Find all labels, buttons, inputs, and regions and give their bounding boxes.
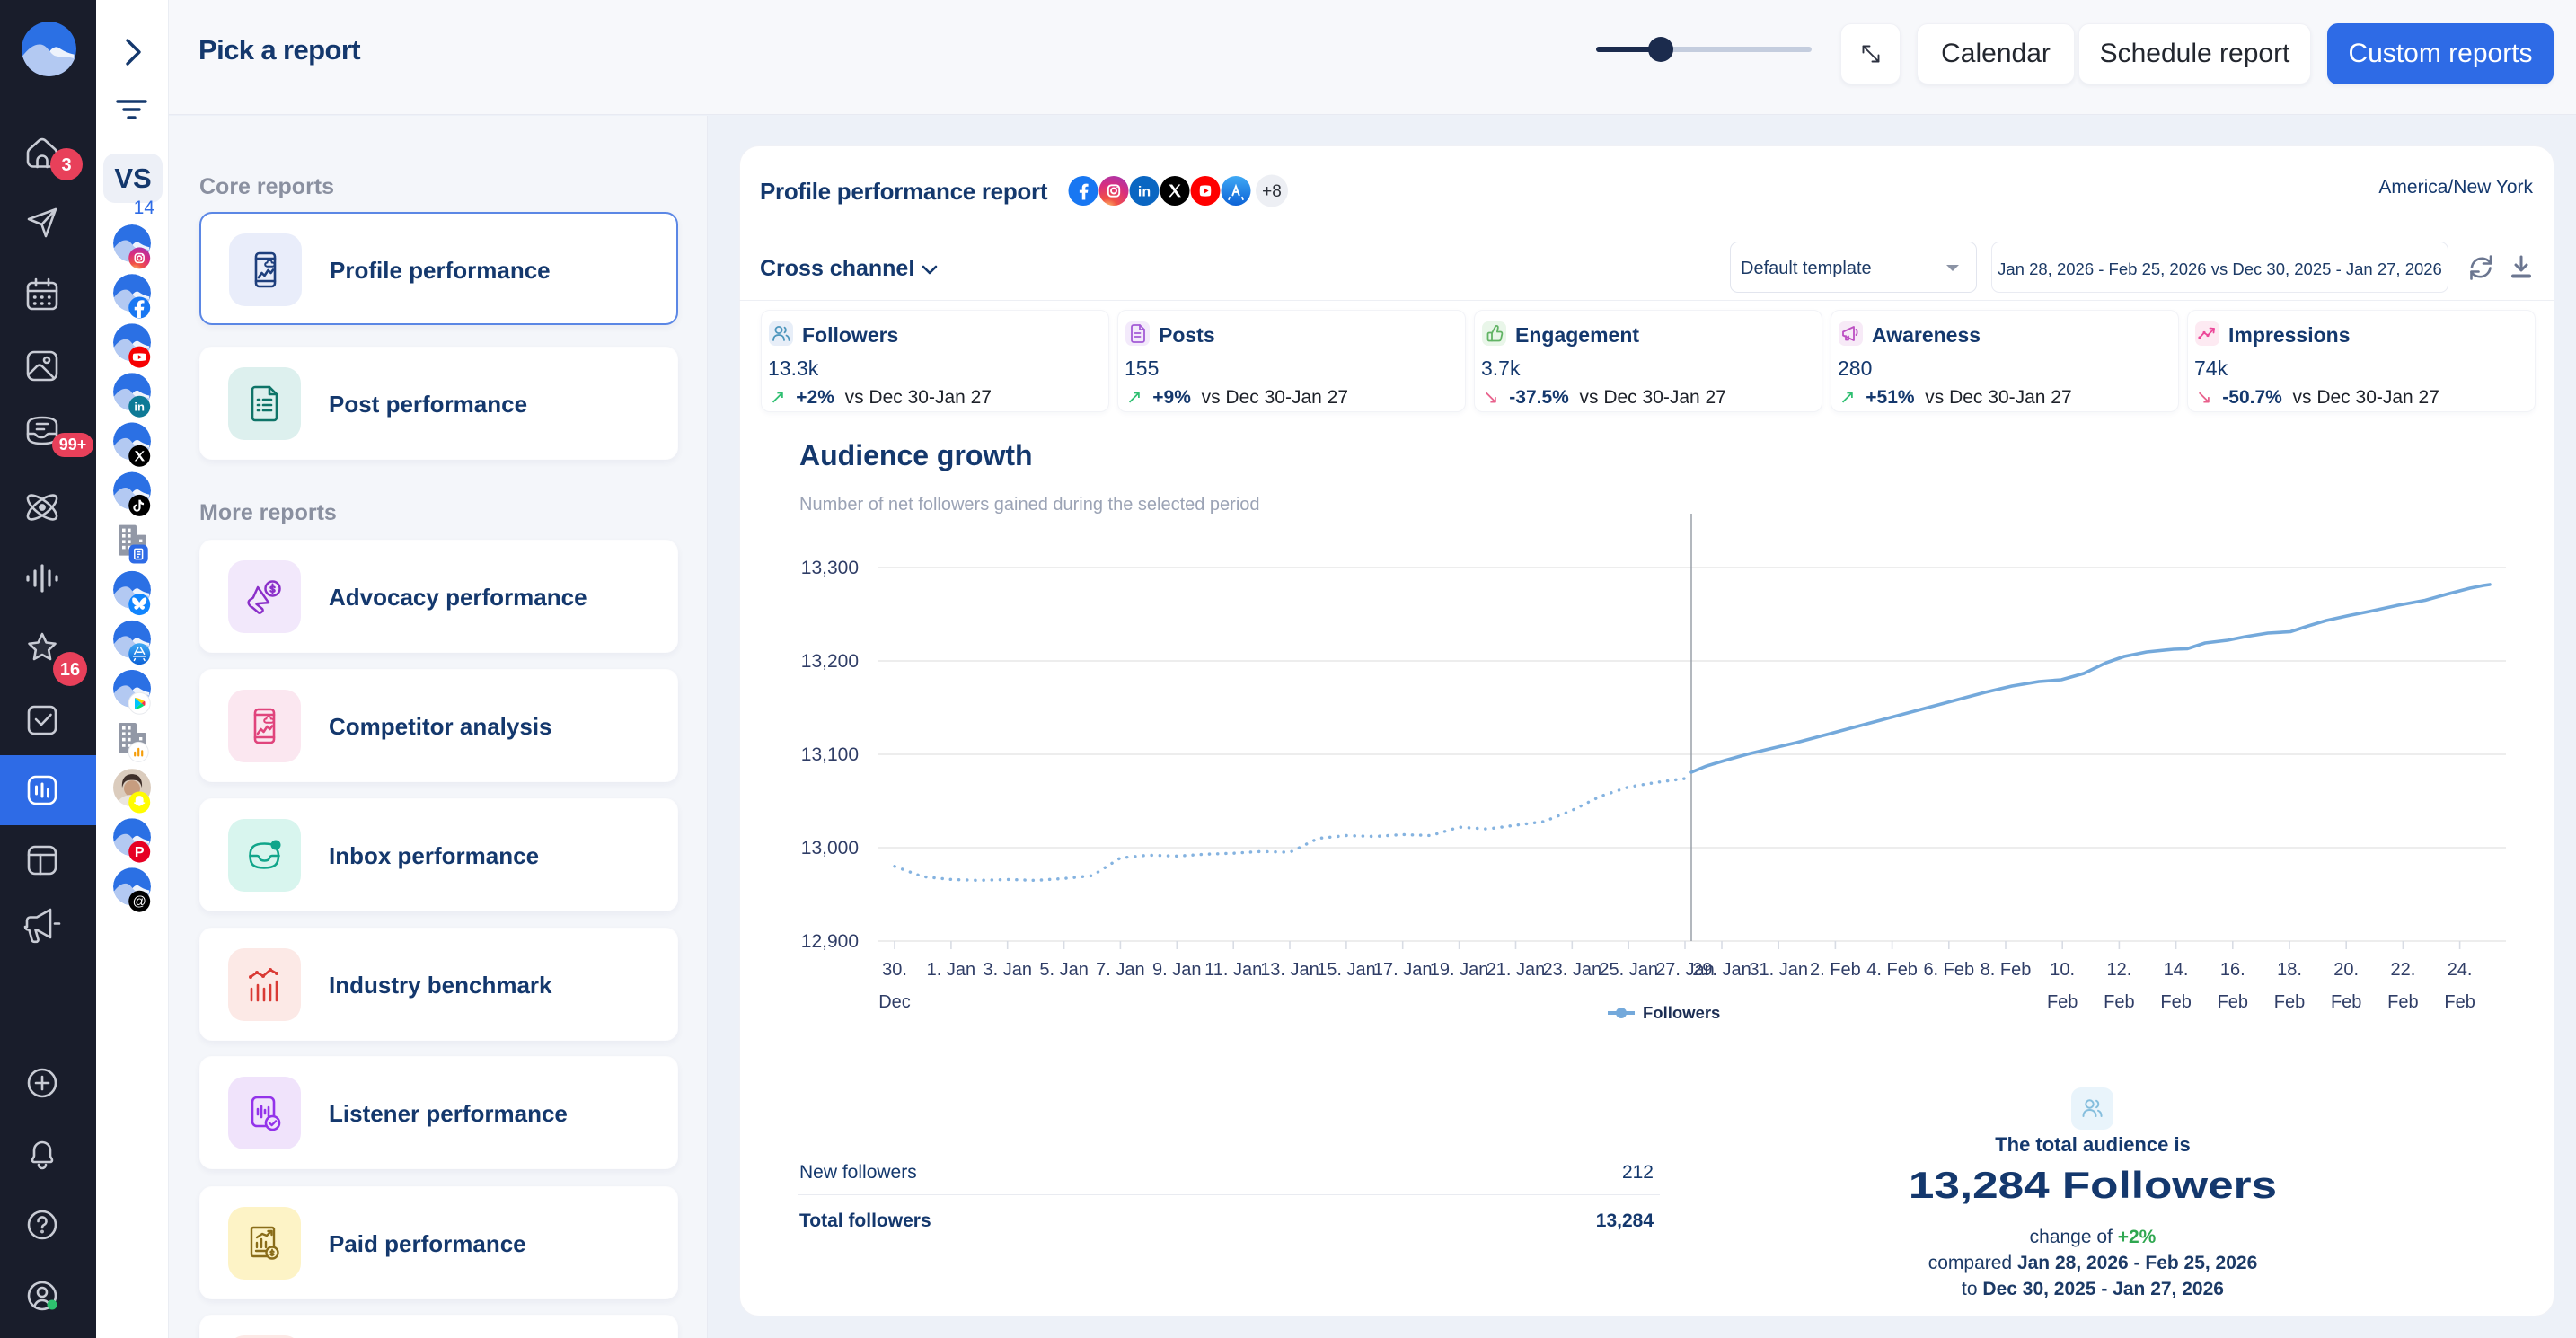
svg-text:18.: 18. bbox=[2277, 960, 2302, 980]
svg-text:1. Jan: 1. Jan bbox=[927, 960, 975, 980]
svg-text:30.: 30. bbox=[882, 960, 907, 980]
svg-text:4. Feb: 4. Feb bbox=[1866, 960, 1918, 980]
svg-text:25. Jan: 25. Jan bbox=[1599, 960, 1658, 980]
svg-text:13,100: 13,100 bbox=[801, 744, 859, 765]
svg-text:13,300: 13,300 bbox=[801, 558, 859, 578]
svg-text:16.: 16. bbox=[2220, 960, 2245, 980]
svg-text:Feb: Feb bbox=[2331, 992, 2361, 1012]
svg-text:Feb: Feb bbox=[2274, 992, 2305, 1012]
svg-text:13,000: 13,000 bbox=[801, 838, 859, 858]
svg-text:6. Feb: 6. Feb bbox=[1923, 960, 1974, 980]
svg-text:23. Jan: 23. Jan bbox=[1542, 960, 1601, 980]
svg-text:99+: 99+ bbox=[59, 436, 87, 453]
svg-text:22.: 22. bbox=[2390, 960, 2415, 980]
svg-text:15. Jan: 15. Jan bbox=[1317, 960, 1376, 980]
svg-text:Feb: Feb bbox=[2444, 992, 2475, 1012]
svg-text:9. Jan: 9. Jan bbox=[1152, 960, 1201, 980]
svg-text:14.: 14. bbox=[2164, 960, 2189, 980]
svg-text:7. Jan: 7. Jan bbox=[1096, 960, 1144, 980]
svg-text:in: in bbox=[1138, 185, 1151, 200]
svg-text:in: in bbox=[134, 401, 145, 414]
svg-text:17. Jan: 17. Jan bbox=[1373, 960, 1433, 980]
svg-text:11. Jan: 11. Jan bbox=[1204, 960, 1262, 980]
svg-text:10.: 10. bbox=[2050, 960, 2075, 980]
svg-text:Feb: Feb bbox=[2047, 992, 2078, 1012]
svg-text:2. Feb: 2. Feb bbox=[1810, 960, 1861, 980]
svg-text:+8: +8 bbox=[1262, 182, 1282, 201]
svg-text:19. Jan: 19. Jan bbox=[1430, 960, 1489, 980]
svg-text:Feb: Feb bbox=[2104, 992, 2134, 1012]
svg-text:29. Jan: 29. Jan bbox=[1692, 960, 1751, 980]
svg-text:12,900: 12,900 bbox=[801, 931, 859, 952]
svg-text:3: 3 bbox=[61, 155, 71, 175]
svg-text:3. Jan: 3. Jan bbox=[983, 960, 1031, 980]
svg-text:21. Jan: 21. Jan bbox=[1486, 960, 1546, 980]
svg-text:5. Jan: 5. Jan bbox=[1039, 960, 1088, 980]
svg-text:Dec: Dec bbox=[878, 992, 911, 1012]
svg-text:8. Feb: 8. Feb bbox=[1981, 960, 2032, 980]
svg-text:Feb: Feb bbox=[2160, 992, 2191, 1012]
svg-text:P: P bbox=[135, 845, 145, 860]
svg-text:20.: 20. bbox=[2333, 960, 2359, 980]
svg-text:Feb: Feb bbox=[2218, 992, 2248, 1012]
svg-text:24.: 24. bbox=[2448, 960, 2473, 980]
svg-text:13. Jan: 13. Jan bbox=[1260, 960, 1319, 980]
svg-text:@: @ bbox=[133, 894, 146, 910]
svg-text:12.: 12. bbox=[2106, 960, 2131, 980]
svg-text:31. Jan: 31. Jan bbox=[1749, 960, 1808, 980]
svg-text:Followers: Followers bbox=[1643, 1003, 1720, 1022]
svg-text:Feb: Feb bbox=[2387, 992, 2418, 1012]
svg-text:16: 16 bbox=[60, 660, 80, 680]
svg-text:13,200: 13,200 bbox=[801, 651, 859, 672]
